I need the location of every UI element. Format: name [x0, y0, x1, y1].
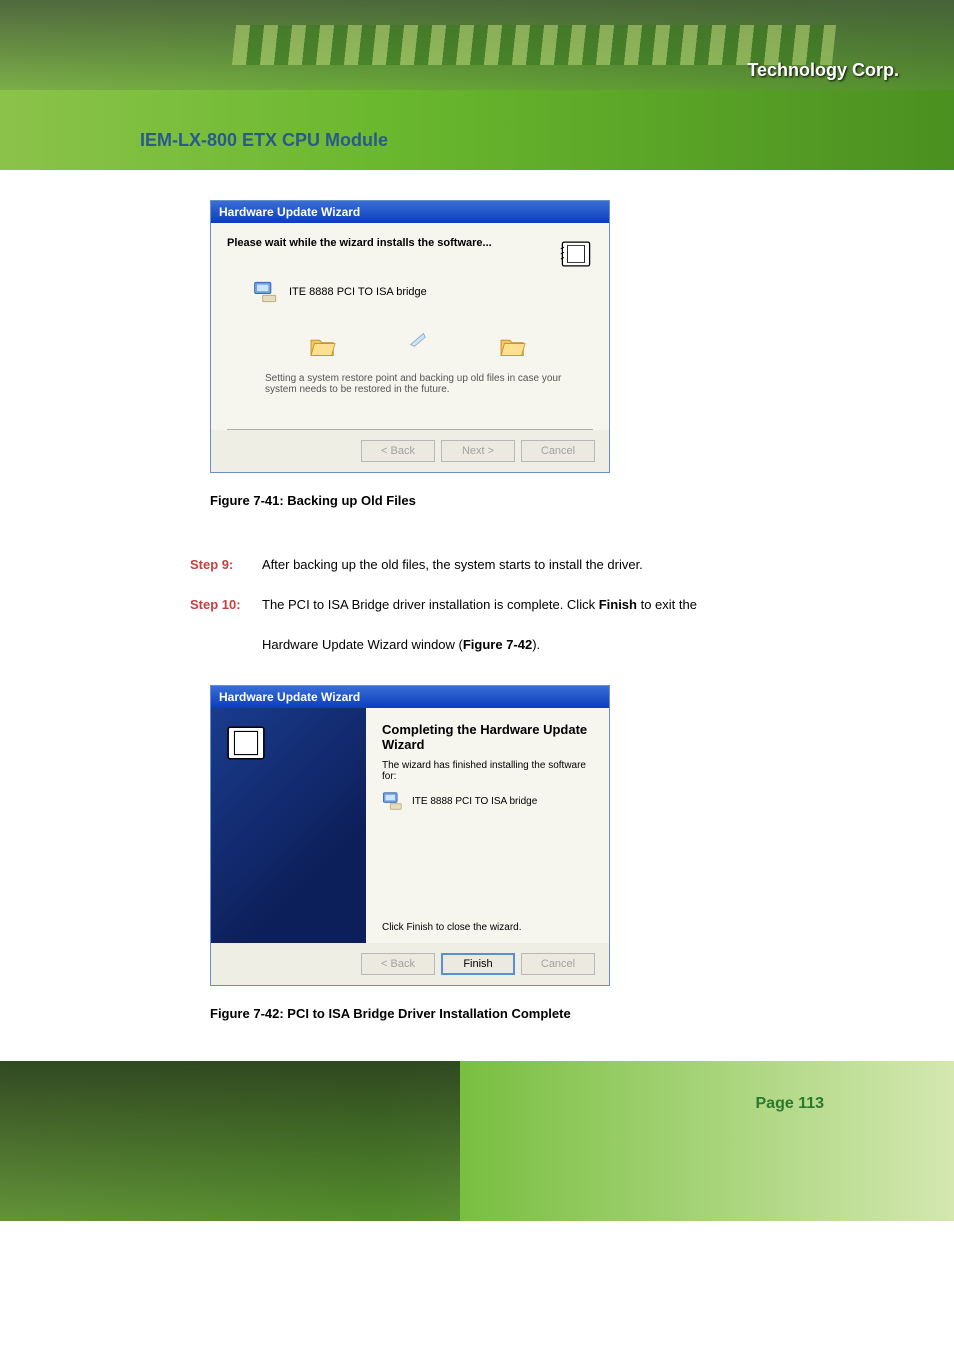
- folder-open-icon: [499, 335, 527, 359]
- step-text: After backing up the old files, the syst…: [262, 548, 643, 582]
- step-label: Step 10:: [190, 588, 262, 622]
- computer-icon: [253, 279, 279, 305]
- flying-paper-icon: [407, 328, 429, 350]
- wizard-sidebar-graphic: [211, 708, 366, 943]
- step-text-part: The PCI to ISA Bridge driver installatio…: [262, 597, 599, 612]
- step-label: Step 9:: [190, 548, 262, 582]
- step-9: Step 9: After backing up the old files, …: [190, 548, 914, 582]
- cancel-button[interactable]: Cancel: [521, 440, 595, 462]
- finish-ref: Finish: [599, 597, 637, 612]
- brand-text: Technology Corp.: [747, 60, 899, 81]
- cancel-button[interactable]: Cancel: [521, 953, 595, 975]
- finish-button[interactable]: Finish: [441, 953, 515, 975]
- chip-icon: [559, 237, 593, 271]
- folder-open-icon: [309, 335, 337, 359]
- restore-status-text: Setting a system restore point and backi…: [253, 373, 583, 409]
- page-header: Technology Corp. IEM-LX-800 ETX CPU Modu…: [0, 0, 954, 170]
- step-10: Step 10: The PCI to ISA Bridge driver in…: [190, 588, 914, 622]
- module-title: IEM-LX-800 ETX CPU Module: [140, 130, 388, 151]
- chip-icon: [225, 722, 267, 764]
- wizard-titlebar: Hardware Update Wizard: [211, 686, 609, 708]
- figure-caption-1: Figure 7-41: Backing up Old Files: [210, 493, 914, 508]
- figure-caption-2: Figure 7-42: PCI to ISA Bridge Driver In…: [210, 1006, 914, 1021]
- wizard-button-row: < Back Finish Cancel: [211, 943, 609, 985]
- progress-animation: [253, 335, 583, 359]
- step-text: The PCI to ISA Bridge driver installatio…: [262, 588, 697, 622]
- back-button[interactable]: < Back: [361, 440, 435, 462]
- wizard-heading-text: Please wait while the wizard installs th…: [227, 237, 492, 249]
- next-button[interactable]: Next >: [441, 440, 515, 462]
- figure-ref: Figure 7-42: [463, 637, 532, 652]
- wizard-body: Please wait while the wizard installs th…: [211, 223, 609, 430]
- wizard-titlebar: Hardware Update Wizard: [211, 201, 609, 223]
- hardware-update-wizard-installing: Hardware Update Wizard Please wait while…: [210, 200, 610, 473]
- driver-name-text: ITE 8888 PCI TO ISA bridge: [289, 286, 427, 298]
- page-content: Hardware Update Wizard Please wait while…: [0, 170, 954, 1021]
- step-10-continuation: Hardware Update Wizard window (Figure 7-…: [262, 628, 914, 662]
- wizard-body: Completing the Hardware Update Wizard Th…: [211, 708, 609, 943]
- hardware-update-wizard-complete: Hardware Update Wizard Completing the Ha…: [210, 685, 610, 986]
- wizard-complete-title: Completing the Hardware Update Wizard: [382, 722, 593, 752]
- driver-name-text: ITE 8888 PCI TO ISA bridge: [412, 796, 537, 807]
- step-text-part: Hardware Update Wizard window (: [262, 637, 463, 652]
- wizard-complete-subtitle: The wizard has finished installing the s…: [382, 760, 593, 782]
- computer-icon: [382, 790, 404, 812]
- step-text-part: to exit the: [637, 597, 697, 612]
- wizard-button-row: < Back Next > Cancel: [211, 430, 609, 472]
- page-footer: Page 113: [0, 1061, 954, 1221]
- page-number: Page 113: [756, 1095, 825, 1113]
- step-text-part: ).: [532, 637, 540, 652]
- back-button[interactable]: < Back: [361, 953, 435, 975]
- close-wizard-text: Click Finish to close the wizard.: [382, 922, 593, 933]
